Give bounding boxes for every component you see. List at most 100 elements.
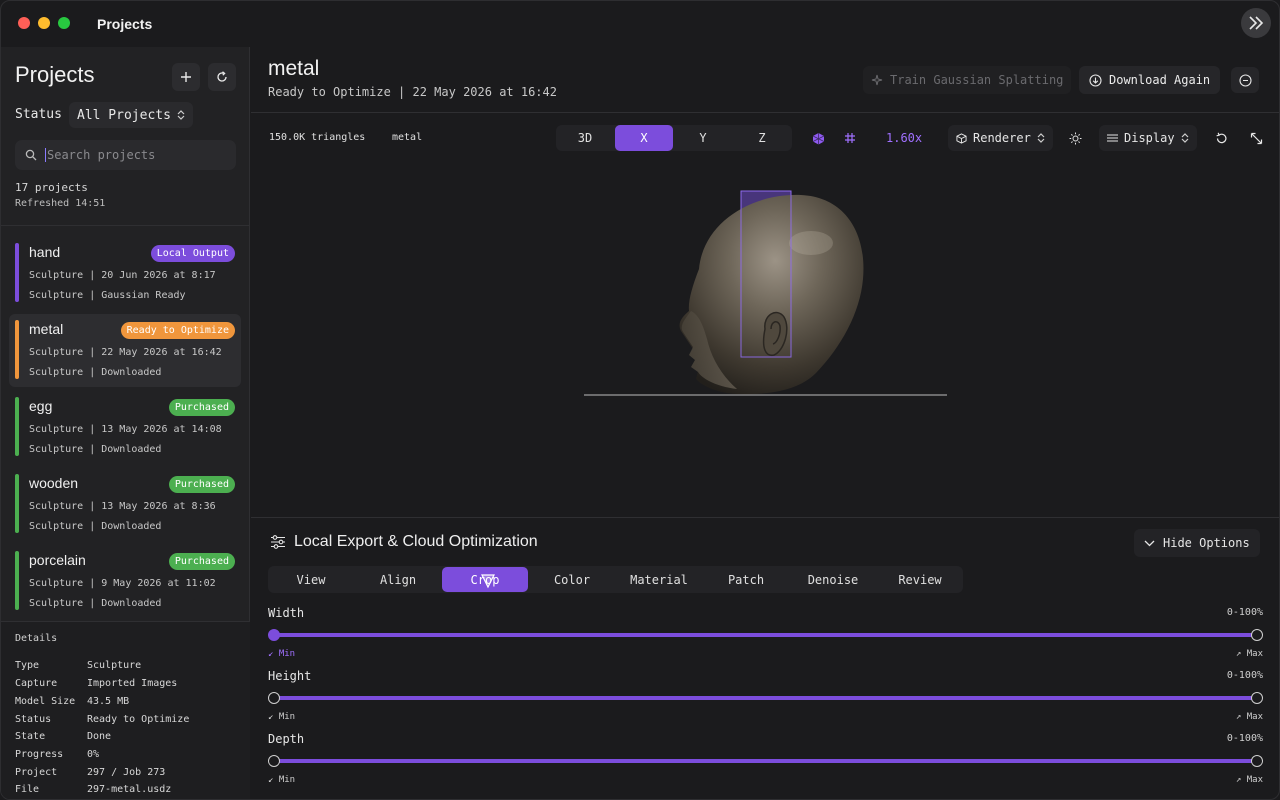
project-list: hand Local Output Sculpture | 20 Jun 202…: [9, 237, 241, 622]
project-meta-date: Sculpture | 20 Jun 2026 at 8:17: [29, 270, 216, 281]
height-slider-track[interactable]: [274, 696, 1257, 700]
view-3d-button[interactable]: 3D: [556, 125, 614, 151]
grid-toggle-button[interactable]: [841, 129, 859, 147]
project-meta-state: Sculpture | Downloaded: [29, 598, 162, 609]
project-item-hand[interactable]: hand Local Output Sculpture | 20 Jun 202…: [9, 237, 241, 310]
tab-denoise[interactable]: Denoise: [790, 567, 876, 592]
close-window-button[interactable]: [18, 17, 30, 29]
detail-key: Model Size: [15, 696, 76, 707]
width-slider-track[interactable]: [274, 633, 1257, 637]
model-viewport[interactable]: [251, 161, 1279, 517]
triangle-count: 150.0K triangles: [269, 132, 366, 143]
detail-key: Type: [15, 660, 40, 671]
project-count: 17 projects: [15, 181, 88, 194]
view-y-button[interactable]: Y: [674, 125, 732, 151]
tab-view[interactable]: View: [268, 567, 354, 592]
tab-align[interactable]: Align: [355, 567, 441, 592]
refreshed-time: Refreshed 14:51: [15, 198, 106, 209]
train-gaussian-label: Train Gaussian Splatting: [890, 73, 1064, 87]
hide-options-label: Hide Options: [1163, 536, 1250, 550]
project-status-bar: [15, 320, 19, 379]
sidebar-divider: [1, 225, 250, 226]
depth-min-handle[interactable]: [268, 755, 280, 767]
search-box: [15, 140, 236, 170]
width-min-handle[interactable]: [268, 629, 280, 641]
project-name: hand: [29, 244, 61, 260]
project-name: egg: [29, 398, 53, 414]
detail-key: Progress: [15, 749, 64, 760]
download-icon: [1089, 73, 1102, 87]
axis-gizmo-button[interactable]: [809, 129, 827, 147]
project-item-egg[interactable]: egg Purchased Sculpture | 13 May 2026 at…: [9, 391, 241, 464]
project-meta-state: Sculpture | Downloaded: [29, 521, 162, 532]
depth-max-label: ↗ Max: [1235, 775, 1263, 785]
height-max-label: ↗ Max: [1235, 712, 1263, 722]
depth-max-handle[interactable]: [1251, 755, 1263, 767]
chevron-updown-icon: [177, 110, 185, 120]
mouse-cursor-icon: [481, 574, 495, 589]
hide-options-button[interactable]: Hide Options: [1134, 529, 1260, 557]
project-meta-state: Sculpture | Downloaded: [29, 367, 162, 378]
project-status-bar: [15, 397, 19, 456]
cube-outline-icon: [956, 132, 967, 144]
page-title: metal: [268, 57, 320, 80]
search-input[interactable]: [45, 148, 225, 162]
minimize-window-button[interactable]: [38, 17, 50, 29]
project-name: wooden: [29, 475, 79, 491]
viewport-divider: [251, 517, 1279, 518]
project-item-porcelain[interactable]: porcelain Purchased Sculpture | 9 May 20…: [9, 545, 241, 618]
project-item-metal[interactable]: metal Ready to Optimize Sculpture | 22 M…: [9, 314, 241, 387]
renderer-select[interactable]: Renderer: [948, 125, 1053, 151]
train-gaussian-button[interactable]: Train Gaussian Splatting: [863, 66, 1072, 94]
height-slider-label: Height: [268, 669, 312, 683]
project-meta-state: Sculpture | Gaussian Ready: [29, 290, 186, 301]
more-options-button[interactable]: [1231, 67, 1259, 93]
height-max-handle[interactable]: [1251, 692, 1263, 704]
status-filter-select[interactable]: All Projects: [69, 102, 193, 128]
height-min-handle[interactable]: [268, 692, 280, 704]
chevron-updown-icon: [1037, 133, 1045, 143]
zoom-window-button[interactable]: [58, 17, 70, 29]
sparkle-icon: [871, 74, 883, 86]
project-item-wooden[interactable]: wooden Purchased Sculpture | 13 May 2026…: [9, 468, 241, 541]
expand-viewer-button[interactable]: [1247, 129, 1265, 147]
lighting-button[interactable]: [1066, 129, 1084, 147]
status-badge: Purchased: [168, 553, 235, 570]
tab-review[interactable]: Review: [877, 567, 963, 592]
view-axis-segmented: 3D X Y Z: [556, 125, 792, 151]
tab-patch[interactable]: Patch: [703, 567, 789, 592]
details-title: Details: [15, 633, 58, 644]
width-max-handle[interactable]: [1251, 629, 1263, 641]
tab-color[interactable]: Color: [529, 567, 615, 592]
width-min-label: ↙ Min: [268, 649, 296, 659]
add-project-button[interactable]: [172, 63, 200, 91]
reset-view-button[interactable]: [1212, 129, 1230, 147]
detail-key: Project: [15, 767, 58, 778]
depth-slider-track[interactable]: [274, 759, 1257, 763]
view-x-button[interactable]: X: [615, 125, 673, 151]
options-panel-title: Local Export & Cloud Optimization: [294, 533, 538, 550]
status-badge: Purchased: [168, 399, 235, 416]
tab-material[interactable]: Material: [616, 567, 702, 592]
height-min-label: ↙ Min: [268, 712, 296, 722]
project-meta-date: Sculpture | 22 May 2026 at 16:42: [29, 347, 222, 358]
status-badge: Local Output: [150, 245, 235, 262]
app-window: Projects Projects Status All Projects 17…: [0, 0, 1280, 800]
renderer-label: Renderer: [973, 131, 1031, 145]
model-name: metal: [392, 132, 423, 143]
display-select[interactable]: Display: [1099, 125, 1197, 151]
cube-solid-icon: [812, 132, 824, 144]
project-status-bar: [15, 474, 19, 533]
refresh-button[interactable]: [208, 63, 236, 91]
sliders-icon: [271, 535, 285, 549]
view-z-button[interactable]: Z: [733, 125, 791, 151]
download-again-button[interactable]: Download Again: [1079, 66, 1221, 94]
project-meta-date: Sculpture | 13 May 2026 at 14:08: [29, 424, 222, 435]
project-meta-date: Sculpture | 9 May 2026 at 11:02: [29, 578, 216, 589]
project-meta-state: Sculpture | Downloaded: [29, 444, 162, 455]
detail-value: 297-metal.usdz: [87, 784, 172, 795]
project-status-bar: [15, 551, 19, 610]
depth-slider-label: Depth: [268, 732, 305, 746]
download-again-label: Download Again: [1109, 73, 1211, 87]
sun-icon: [1069, 132, 1081, 144]
